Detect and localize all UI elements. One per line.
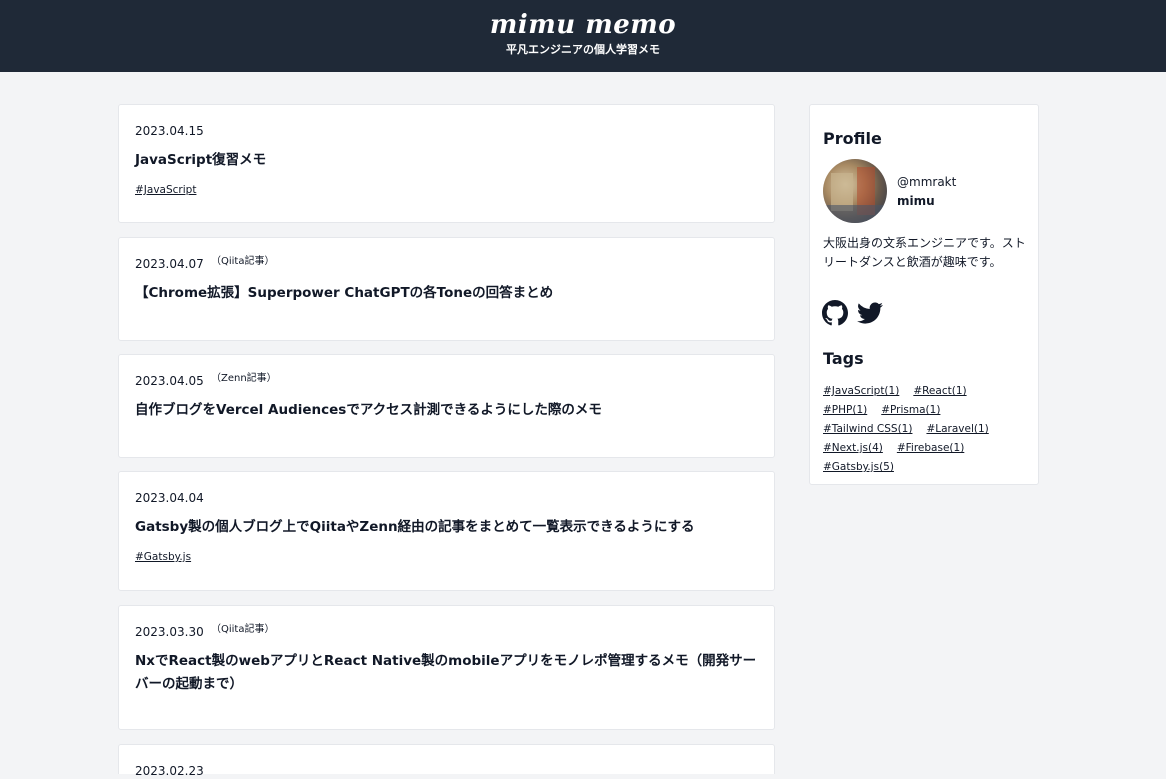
post-date: 2023.04.07 — [135, 257, 204, 271]
profile-handle: @mmrakt — [897, 175, 957, 189]
post-tag[interactable]: #Gatsby.js — [135, 550, 191, 564]
post-card[interactable]: 2023.04.05 （Zenn記事） 自作ブログをVercel Audienc… — [118, 354, 775, 458]
post-card[interactable]: 2023.04.15 JavaScript復習メモ #JavaScript — [118, 104, 775, 223]
profile-heading: Profile — [823, 129, 882, 148]
profile-name: mimu — [897, 194, 935, 208]
github-icon[interactable] — [822, 300, 848, 326]
tag-link[interactable]: #Next.js(4) — [823, 441, 883, 455]
post-title[interactable]: JavaScript復習メモ — [135, 149, 758, 172]
post-source: （Qiita記事） — [211, 256, 275, 267]
post-title-line2[interactable]: バーの起動まで） — [135, 673, 758, 696]
sidebar-profile: Profile @mmrakt mimu 大阪出身の文系エンジニアです。ストリー… — [809, 104, 1039, 485]
post-source: （Qiita記事） — [211, 624, 275, 635]
post-date: 2023.04.04 — [135, 491, 204, 505]
tag-link[interactable]: #Laravel(1) — [926, 422, 988, 436]
post-date: 2023.04.05 — [135, 374, 204, 388]
tag-link[interactable]: #Prisma(1) — [881, 403, 940, 417]
tag-link[interactable]: #JavaScript(1) — [823, 384, 899, 398]
post-card[interactable]: 2023.04.04 Gatsby製の個人ブログ上でQiitaやZenn経由の記… — [118, 471, 775, 591]
post-date: 2023.03.30 — [135, 625, 204, 639]
post-card[interactable]: 2023.02.23 — [118, 744, 775, 778]
post-title[interactable]: Gatsby製の個人ブログ上でQiitaやZenn経由の記事をまとめて一覧表示で… — [135, 516, 758, 539]
tag-cloud: #JavaScript(1) #React(1) #PHP(1) #Prisma(1… — [823, 379, 1028, 474]
post-source: （Zenn記事） — [211, 373, 277, 384]
tag-link[interactable]: #Gatsby.js(5) — [823, 460, 894, 474]
tags-heading: Tags — [823, 349, 864, 368]
tag-link[interactable]: #React(1) — [913, 384, 966, 398]
post-card[interactable]: 2023.04.07 （Qiita記事） 【Chrome拡張】Superpowe… — [118, 237, 775, 341]
twitter-icon[interactable] — [857, 300, 883, 326]
post-date: 2023.02.23 — [135, 764, 204, 778]
profile-bio: 大阪出身の文系エンジニアです。ストリートダンスと飲酒が趣味です。 — [823, 236, 1026, 269]
post-title[interactable]: 自作ブログをVercel Audiencesでアクセス計測できるようにした際のメ… — [135, 399, 758, 422]
site-title[interactable]: mimu memo — [0, 8, 1166, 42]
post-card[interactable]: 2023.03.30 （Qiita記事） NxでReact製のwebアプリとRe… — [118, 605, 775, 730]
post-tag[interactable]: #JavaScript — [135, 183, 196, 197]
tag-link[interactable]: #Firebase(1) — [897, 441, 964, 455]
tag-link[interactable]: #Tailwind CSS(1) — [823, 422, 912, 436]
site-header: mimu memo 平凡エンジニアの個人学習メモ — [0, 0, 1166, 72]
post-date: 2023.04.15 — [135, 124, 204, 138]
avatar — [823, 159, 887, 223]
post-title-line1[interactable]: NxでReact製のwebアプリとReact Native製のmobileアプリ… — [135, 650, 758, 673]
site-subtitle: 平凡エンジニアの個人学習メモ — [506, 43, 660, 56]
post-title[interactable]: 【Chrome拡張】Superpower ChatGPTの各Toneの回答まとめ — [135, 282, 758, 305]
tag-link[interactable]: #PHP(1) — [823, 403, 867, 417]
